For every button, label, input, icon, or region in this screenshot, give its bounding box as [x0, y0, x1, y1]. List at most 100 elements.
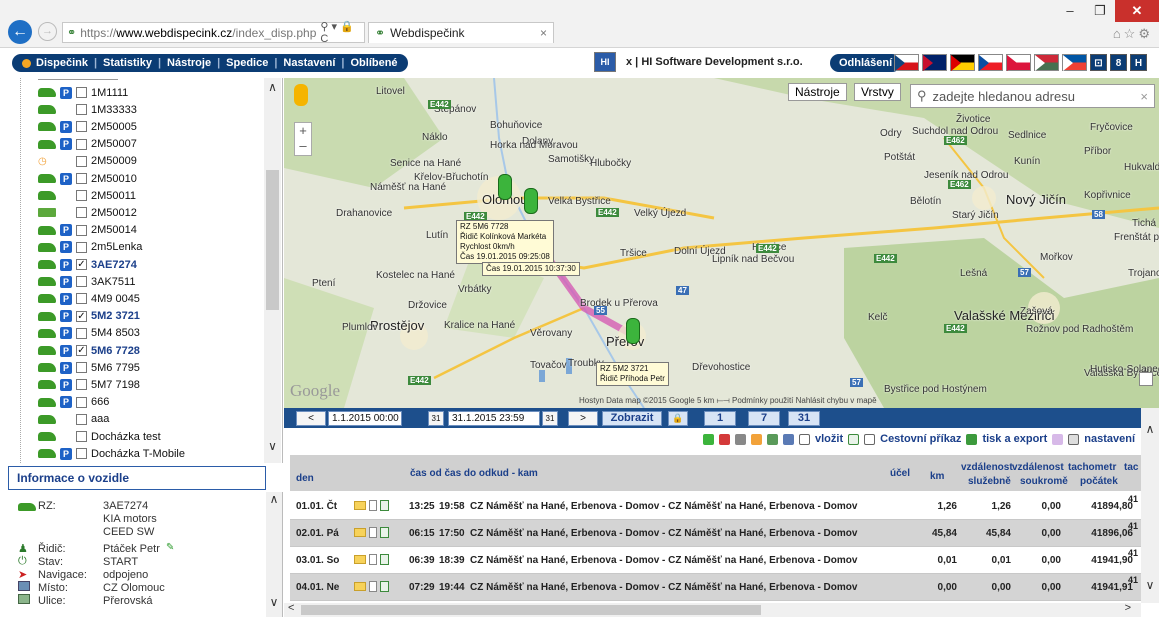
menu-nastaveni[interactable]: Nastavení — [283, 57, 335, 69]
vehicle-name[interactable]: 1M1111 — [91, 87, 128, 99]
info-scroll-down-icon[interactable]: ∨ — [266, 595, 282, 609]
vehicle-name[interactable]: 2M50014 — [91, 224, 137, 236]
folder-icon[interactable] — [354, 501, 366, 510]
document-icon[interactable] — [369, 581, 377, 592]
vehicle-checkbox[interactable] — [76, 431, 87, 442]
address-search[interactable]: ⚲ zadejte hledanou adresu × — [910, 84, 1155, 108]
vehicle-checkbox[interactable] — [76, 327, 87, 339]
info-scroll-up-icon[interactable]: ∧ — [266, 492, 282, 506]
forward-button[interactable]: → — [38, 22, 57, 41]
search-input[interactable]: zadejte hledanou adresu — [933, 89, 1075, 104]
vehicle-row[interactable]: ◷ 2M50009 — [38, 153, 137, 170]
col-route[interactable]: čas od čas do odkud - kam — [410, 468, 538, 479]
hu-flag[interactable] — [1034, 54, 1059, 71]
menu-dispecink[interactable]: Dispečink — [36, 57, 88, 69]
col-den[interactable]: den — [296, 473, 314, 484]
insert-icon[interactable] — [799, 433, 810, 445]
street-view-pegman-icon[interactable] — [294, 84, 308, 106]
add-trip-icon[interactable] — [703, 433, 714, 445]
settings-icon[interactable] — [1068, 433, 1080, 445]
hscroll-left-icon[interactable]: < — [288, 602, 294, 614]
vehicle-checkbox[interactable] — [76, 173, 87, 184]
merge-icon[interactable] — [767, 433, 778, 445]
vehicle-checkbox[interactable] — [76, 362, 87, 374]
delete-trip-icon[interactable] — [719, 433, 730, 445]
travel-order-icon[interactable] — [848, 433, 860, 445]
folder-icon[interactable] — [354, 582, 366, 591]
calendar-from-icon[interactable]: 31 — [428, 411, 444, 426]
vehicle-row[interactable]: P 5M4 8503 — [38, 325, 140, 342]
vehicle-row[interactable]: P ✓ 5M6 7728 — [38, 342, 140, 359]
trip-detail-icon[interactable] — [380, 500, 389, 511]
vehicle-name[interactable]: 5M6 7728 — [91, 345, 140, 357]
date-from-input[interactable]: 1.1.2015 00:00 — [328, 411, 402, 426]
vehicle-name[interactable]: 5M7 7198 — [91, 379, 140, 391]
table-scroll-down-icon[interactable]: ∨ — [1141, 578, 1159, 592]
col-tac[interactable]: tac — [1124, 462, 1138, 473]
trip-detail-icon[interactable] — [380, 581, 389, 592]
print-export-link[interactable]: tisk a export — [982, 433, 1047, 445]
refuel-icon[interactable] — [751, 433, 762, 445]
vehicle-name[interactable]: 2M50005 — [91, 121, 137, 133]
map-footer[interactable]: Hostyn Data map ©2015 Google 5 km ⟝⟞ Pod… — [579, 396, 877, 406]
address-bar[interactable]: ⚭ https://www.webdispecink.cz/index_disp… — [62, 20, 365, 45]
sk-flag[interactable] — [978, 54, 1003, 71]
menu-nastroje[interactable]: Nástroje — [167, 57, 211, 69]
vehicle-checkbox[interactable] — [76, 413, 87, 425]
map-tools-button[interactable]: Nástroje — [788, 83, 847, 101]
vehicle-row[interactable]: P 2M50005 — [38, 118, 137, 135]
vehicle-checkbox[interactable] — [76, 379, 87, 391]
travel-order-link[interactable]: Cestovní příkaz — [880, 433, 961, 445]
vehicle-checkbox[interactable] — [76, 138, 87, 150]
vehicle-checkbox[interactable] — [76, 121, 87, 133]
vehicle-checkbox[interactable] — [76, 155, 87, 167]
vehicle-name[interactable]: Docházka test — [91, 431, 161, 443]
vehicle-row[interactable]: P 2M50007 — [38, 136, 137, 153]
sidebar-scroll-thumb[interactable] — [266, 170, 279, 310]
parking-icon[interactable]: P — [60, 138, 72, 151]
vehicle-row[interactable]: PDynavix — [38, 462, 130, 463]
document-icon[interactable] — [369, 500, 377, 511]
vehicle-row[interactable]: P 4M9 0045 — [38, 290, 140, 307]
vehicle-checkbox[interactable] — [76, 224, 87, 236]
browser-tab[interactable]: ⚭ Webdispečink × — [368, 22, 554, 43]
menu-oblibene[interactable]: Oblíbené — [350, 57, 397, 69]
pl-flag[interactable] — [1006, 54, 1031, 71]
uk-flag[interactable] — [922, 54, 947, 71]
col-vzd-so[interactable]: vzdálenost — [1012, 462, 1064, 473]
cz-flag[interactable] — [894, 54, 919, 71]
table-horizontal-thumb[interactable] — [301, 605, 761, 615]
vehicle-name[interactable]: 2M50011 — [91, 190, 136, 202]
parking-icon[interactable]: P — [60, 344, 72, 357]
vehicle-name[interactable]: 3AE7274 — [91, 259, 137, 271]
vehicle-checkbox[interactable] — [76, 448, 87, 460]
vehicle-name[interactable]: 2m5Lenka — [91, 241, 142, 253]
col-ucel[interactable]: účel — [890, 468, 910, 479]
maximize-button[interactable]: ❐ — [1085, 0, 1115, 22]
show-button[interactable]: Zobrazit — [602, 411, 662, 426]
document-icon[interactable] — [864, 433, 876, 445]
scroll-up-icon[interactable]: ∧ — [264, 80, 281, 94]
info-scrollbar[interactable]: ∧ ∨ — [266, 492, 282, 617]
vehicle-checkbox[interactable] — [76, 207, 87, 219]
vehicle-row[interactable]: P ✓ 3AE7274 — [38, 256, 137, 273]
vehicle-name[interactable]: 2M50007 — [91, 138, 137, 150]
scroll-down-icon[interactable]: ∨ — [264, 439, 281, 453]
vehicle-pin-5m6-7728[interactable] — [498, 174, 512, 200]
vehicle-checkbox[interactable] — [76, 104, 87, 116]
vehicle-checkbox[interactable] — [76, 276, 87, 288]
vehicle-name[interactable]: 4M9 0045 — [91, 293, 140, 305]
vehicle-pin-3ae7274[interactable] — [524, 188, 538, 214]
vehicle-pin-5m2-3721[interactable] — [626, 318, 640, 344]
close-window-button[interactable]: ✕ — [1115, 0, 1159, 22]
hscroll-right-icon[interactable]: > — [1125, 602, 1131, 614]
vehicle-name[interactable]: 2M50012 — [91, 207, 137, 219]
parking-icon[interactable]: P — [60, 292, 72, 305]
prev-period-button[interactable]: < — [296, 411, 326, 426]
vehicle-checkbox[interactable] — [76, 293, 87, 305]
calendar-to-icon[interactable]: 31 — [542, 411, 558, 426]
print-icon[interactable] — [735, 433, 746, 445]
parking-icon[interactable]: P — [60, 224, 72, 237]
url-controls[interactable]: ⚲ ▾ 🔒 C — [320, 20, 360, 45]
document-icon[interactable] — [369, 554, 377, 565]
